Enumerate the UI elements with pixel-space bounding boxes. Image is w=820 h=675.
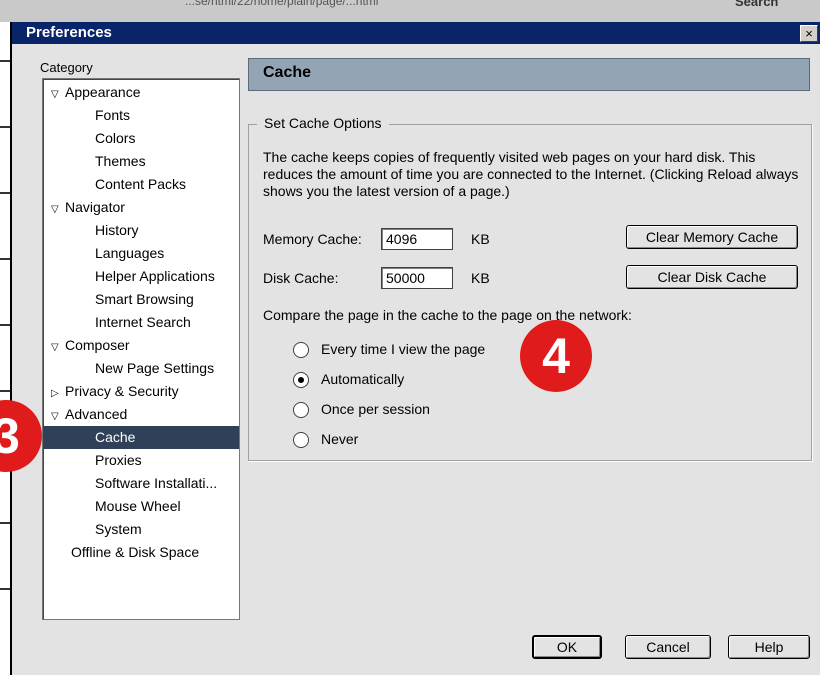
background-left-strip [0,22,10,675]
tree-item-helper-applications[interactable]: Helper Applications [43,265,239,288]
cache-options-group: Set Cache Options The cache keeps copies… [248,115,812,461]
tree-item-themes[interactable]: Themes [43,150,239,173]
tree-item-navigator[interactable]: ▽ Navigator [43,196,239,219]
tree-item-colors[interactable]: Colors [43,127,239,150]
panel-title: Cache [263,64,312,81]
disk-cache-label: Disk Cache: [263,270,339,286]
background-search-label: Search [735,0,779,9]
preferences-dialog: Preferences × Category ▽ Appearance Fonts… [10,22,820,675]
tree-item-privacy-security[interactable]: ▷ Privacy & Security [43,380,239,403]
radio-dot-icon [298,377,304,383]
radio-button[interactable] [293,432,309,448]
tree-item-smart-browsing[interactable]: Smart Browsing [43,288,239,311]
expand-triangle-icon[interactable]: ▽ [51,405,65,428]
radio-button[interactable] [293,402,309,418]
memory-cache-label: Memory Cache: [263,231,362,247]
clear-memory-cache-button[interactable]: Clear Memory Cache [626,225,798,249]
tree-item-cache[interactable]: Cache [43,426,239,449]
expand-triangle-icon[interactable]: ▽ [51,336,65,359]
tree-item-new-page-settings[interactable]: New Page Settings [43,357,239,380]
disk-cache-input[interactable] [381,267,453,289]
title-bar: Preferences × [12,22,820,44]
tree-item-mouse-wheel[interactable]: Mouse Wheel [43,495,239,518]
help-button[interactable]: Help [728,635,810,659]
expand-triangle-icon[interactable]: ▽ [51,198,65,221]
expand-triangle-icon[interactable]: ▽ [51,83,65,106]
ok-button[interactable]: OK [532,635,602,659]
tree-item-history[interactable]: History [43,219,239,242]
tree-item-offline-disk-space[interactable]: Offline & Disk Space [43,541,239,564]
tree-item-fonts[interactable]: Fonts [43,104,239,127]
tree-item-proxies[interactable]: Proxies [43,449,239,472]
radio-button[interactable] [293,342,309,358]
tree-item-software-installation[interactable]: Software Installati... [43,472,239,495]
close-icon: × [805,26,813,41]
tree-item-appearance[interactable]: ▽ Appearance [43,81,239,104]
background-url-text: ...se/html/22/home/plain/page/...html [185,0,379,8]
clear-disk-cache-button[interactable]: Clear Disk Cache [626,265,798,289]
annotation-badge-4: 4 [520,320,592,392]
tree-item-composer[interactable]: ▽ Composer [43,334,239,357]
cache-description: The cache keeps copies of frequently vis… [263,149,799,199]
disk-cache-unit: KB [471,270,490,286]
tree-item-system[interactable]: System [43,518,239,541]
dialog-title: Preferences [26,24,112,41]
panel-header: Cache [248,58,810,91]
memory-cache-input[interactable] [381,228,453,250]
background-browser-strip: ...se/html/22/home/plain/page/...html Se… [0,0,820,22]
radio-button-selected[interactable] [293,372,309,388]
cancel-button[interactable]: Cancel [625,635,711,659]
tree-item-languages[interactable]: Languages [43,242,239,265]
close-button[interactable]: × [800,25,818,42]
category-tree[interactable]: ▽ Appearance Fonts Colors Themes Content … [42,78,240,620]
collapse-triangle-icon[interactable]: ▷ [51,382,65,405]
memory-cache-unit: KB [471,231,490,247]
tree-item-internet-search[interactable]: Internet Search [43,311,239,334]
compare-label: Compare the page in the cache to the pag… [263,307,632,323]
category-label: Category [40,60,93,75]
group-title: Set Cache Options [257,115,389,131]
tree-item-advanced[interactable]: ▽ Advanced [43,403,239,426]
tree-item-content-packs[interactable]: Content Packs [43,173,239,196]
